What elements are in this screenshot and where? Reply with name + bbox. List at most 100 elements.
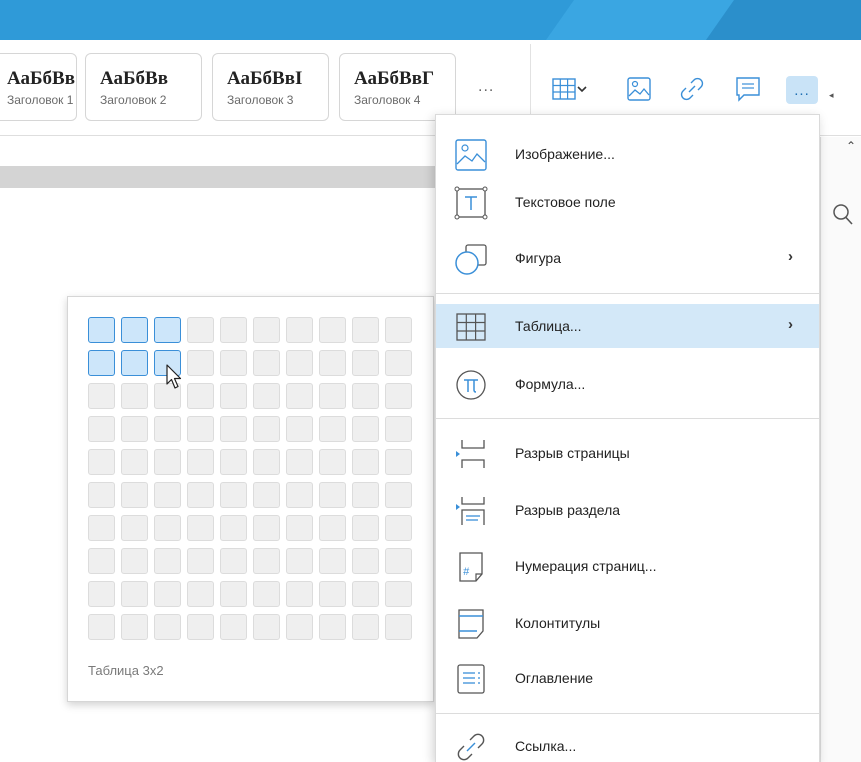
table-grid-cell[interactable] <box>286 416 313 442</box>
table-grid-cell[interactable] <box>286 350 313 376</box>
table-grid-cell[interactable] <box>319 482 346 508</box>
table-grid-cell[interactable] <box>187 515 214 541</box>
table-grid-cell[interactable] <box>121 383 148 409</box>
table-grid-cell[interactable] <box>253 482 280 508</box>
table-grid-cell[interactable] <box>253 350 280 376</box>
table-grid-cell[interactable] <box>253 548 280 574</box>
table-grid-cell[interactable] <box>319 449 346 475</box>
table-grid-cell[interactable] <box>319 614 346 640</box>
table-grid-cell[interactable] <box>220 548 247 574</box>
table-grid-cell[interactable] <box>121 614 148 640</box>
table-grid-cell[interactable] <box>88 482 115 508</box>
table-grid-cell[interactable] <box>220 482 247 508</box>
table-grid-cell[interactable] <box>121 449 148 475</box>
table-grid-cell[interactable] <box>154 548 181 574</box>
table-grid-cell[interactable] <box>88 416 115 442</box>
table-grid-cell[interactable] <box>352 449 379 475</box>
table-grid-cell[interactable] <box>385 383 412 409</box>
table-grid-cell[interactable] <box>220 515 247 541</box>
table-grid-cell[interactable] <box>385 449 412 475</box>
table-grid-cell[interactable] <box>187 317 214 343</box>
table-grid-cell[interactable] <box>286 482 313 508</box>
table-grid-cell[interactable] <box>352 317 379 343</box>
table-grid-cell[interactable] <box>385 548 412 574</box>
table-grid-cell[interactable] <box>121 581 148 607</box>
menu-item-table-of-contents[interactable]: Оглавление <box>436 656 819 700</box>
table-grid-cell[interactable] <box>286 449 313 475</box>
more-styles-button[interactable]: ... <box>478 78 494 96</box>
chevron-up-icon[interactable]: ⌃ <box>846 139 856 153</box>
style-heading-4[interactable]: АаБбВвГ Заголовок 4 <box>339 53 456 121</box>
table-grid-cell[interactable] <box>220 449 247 475</box>
menu-item-table[interactable]: Таблица... › <box>436 304 819 348</box>
table-grid-cell[interactable] <box>352 416 379 442</box>
table-grid-cell[interactable] <box>121 515 148 541</box>
menu-item-section-break[interactable]: Разрыв раздела <box>436 488 819 532</box>
table-grid-cell[interactable] <box>88 548 115 574</box>
image-icon[interactable] <box>624 74 654 104</box>
table-grid-cell[interactable] <box>352 614 379 640</box>
table-grid-cell[interactable] <box>286 515 313 541</box>
menu-item-page-numbering[interactable]: # Нумерация страниц... <box>436 544 819 588</box>
table-grid-cell[interactable] <box>220 416 247 442</box>
table-grid-cell[interactable] <box>187 449 214 475</box>
table-grid-cell[interactable] <box>121 350 148 376</box>
table-grid-cell[interactable] <box>253 515 280 541</box>
table-grid-cell[interactable] <box>385 614 412 640</box>
style-heading-1[interactable]: АаБбВв Заголовок 1 <box>0 53 77 121</box>
table-grid-cell[interactable] <box>88 317 115 343</box>
table-grid-cell[interactable] <box>319 350 346 376</box>
table-grid-cell[interactable] <box>220 350 247 376</box>
table-grid-cell[interactable] <box>253 449 280 475</box>
table-grid-cell[interactable] <box>253 317 280 343</box>
menu-item-formula[interactable]: Формула... <box>436 362 819 406</box>
table-grid-cell[interactable] <box>88 383 115 409</box>
table-grid-cell[interactable] <box>319 515 346 541</box>
table-grid-cell[interactable] <box>220 317 247 343</box>
table-grid-cell[interactable] <box>319 548 346 574</box>
menu-item-page-break[interactable]: Разрыв страницы <box>436 431 819 475</box>
table-grid-cell[interactable] <box>154 416 181 442</box>
table-grid-cell[interactable] <box>121 416 148 442</box>
chevron-left-icon[interactable]: ◂ <box>829 90 834 101</box>
table-grid-cell[interactable] <box>253 581 280 607</box>
table-grid-cell[interactable] <box>88 581 115 607</box>
table-grid-cell[interactable] <box>154 482 181 508</box>
table-grid-cell[interactable] <box>286 383 313 409</box>
table-grid-cell[interactable] <box>385 515 412 541</box>
table-grid-cell[interactable] <box>187 548 214 574</box>
table-grid-cell[interactable] <box>286 548 313 574</box>
table-grid-cell[interactable] <box>154 515 181 541</box>
table-grid-cell[interactable] <box>385 416 412 442</box>
table-grid-cell[interactable] <box>187 383 214 409</box>
table-grid-cell[interactable] <box>385 317 412 343</box>
table-grid-cell[interactable] <box>352 581 379 607</box>
table-grid-cell[interactable] <box>352 482 379 508</box>
table-grid-cell[interactable] <box>352 383 379 409</box>
table-grid-cell[interactable] <box>220 614 247 640</box>
table-grid-cell[interactable] <box>154 581 181 607</box>
table-grid-cell[interactable] <box>187 416 214 442</box>
table-grid-cell[interactable] <box>253 614 280 640</box>
table-grid-cell[interactable] <box>121 548 148 574</box>
table-grid-cell[interactable] <box>220 581 247 607</box>
style-heading-3[interactable]: АаБбВвI Заголовок 3 <box>212 53 329 121</box>
table-grid-cell[interactable] <box>319 317 346 343</box>
table-grid-cell[interactable] <box>319 416 346 442</box>
table-grid-cell[interactable] <box>88 350 115 376</box>
table-grid-cell[interactable] <box>88 515 115 541</box>
chevron-down-icon[interactable] <box>574 74 590 104</box>
table-grid-cell[interactable] <box>187 350 214 376</box>
table-grid-cell[interactable] <box>286 581 313 607</box>
table-grid-cell[interactable] <box>385 581 412 607</box>
table-grid-cell[interactable] <box>352 350 379 376</box>
table-grid-cell[interactable] <box>220 383 247 409</box>
table-grid-cell[interactable] <box>88 449 115 475</box>
menu-item-link[interactable]: Ссылка... <box>436 724 819 762</box>
menu-item-text-box[interactable]: Текстовое поле <box>436 180 819 224</box>
table-grid-cell[interactable] <box>385 482 412 508</box>
table-grid-cell[interactable] <box>154 449 181 475</box>
table-grid-cell[interactable] <box>286 317 313 343</box>
style-heading-2[interactable]: АаБбВв Заголовок 2 <box>85 53 202 121</box>
table-grid-cell[interactable] <box>154 317 181 343</box>
